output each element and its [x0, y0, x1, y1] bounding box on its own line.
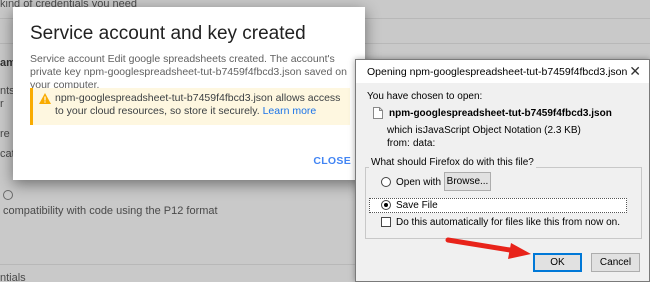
bg-text: re [0, 128, 10, 140]
warning-icon [39, 93, 51, 104]
bg-text: r [0, 98, 4, 110]
file-type: JavaScript Object Notation (2.3 KB) [423, 125, 581, 136]
cancel-button[interactable]: Cancel [591, 253, 640, 272]
open-with-radio[interactable] [381, 177, 391, 187]
learn-more-link[interactable]: Learn more [263, 105, 317, 117]
save-file-radio[interactable] [381, 200, 391, 210]
file-name: npm-googlespreadsheet-tut-b7459f4fbcd3.j… [389, 108, 612, 119]
save-file-label[interactable]: Save File [396, 200, 438, 211]
open-with-label[interactable]: Open with [396, 177, 441, 188]
ok-button[interactable]: OK [533, 253, 582, 272]
bg-radio [3, 190, 13, 200]
dialog-body: Service account Edit google spreadsheets… [30, 53, 347, 91]
bg-p12-text: compatibility with code using the P12 fo… [3, 205, 218, 217]
warning-banner: npm-googlespreadsheet-tut-b7459f4fbcd3.j… [30, 88, 350, 125]
service-account-dialog: Service account and key created Service … [13, 7, 365, 180]
dialog-title: Service account and key created [30, 23, 306, 44]
dialog-title: Opening npm-googlespreadsheet-tut-b7459f… [367, 66, 628, 78]
dialog-titlebar: Opening npm-googlespreadsheet-tut-b7459f… [356, 60, 649, 83]
warning-text: npm-googlespreadsheet-tut-b7459f4fbcd3.j… [55, 92, 347, 118]
action-question: What should Firefox do with this file? [369, 157, 536, 168]
close-icon[interactable]: ✕ [629, 63, 641, 79]
bg-text: ntials [0, 272, 26, 282]
auto-checkbox-label[interactable]: Do this automatically for files like thi… [396, 217, 620, 228]
opening-file-dialog: Opening npm-googlespreadsheet-tut-b7459f… [355, 59, 650, 282]
auto-checkbox[interactable] [381, 217, 391, 227]
which-is-label: which is: [387, 125, 426, 136]
file-icon [373, 107, 383, 119]
chosen-label: You have chosen to open: [367, 91, 483, 102]
from-value: data: [413, 138, 436, 149]
browse-button[interactable]: Browse... [444, 172, 491, 191]
from-label: from: [387, 138, 410, 149]
close-button[interactable]: CLOSE [313, 155, 351, 167]
